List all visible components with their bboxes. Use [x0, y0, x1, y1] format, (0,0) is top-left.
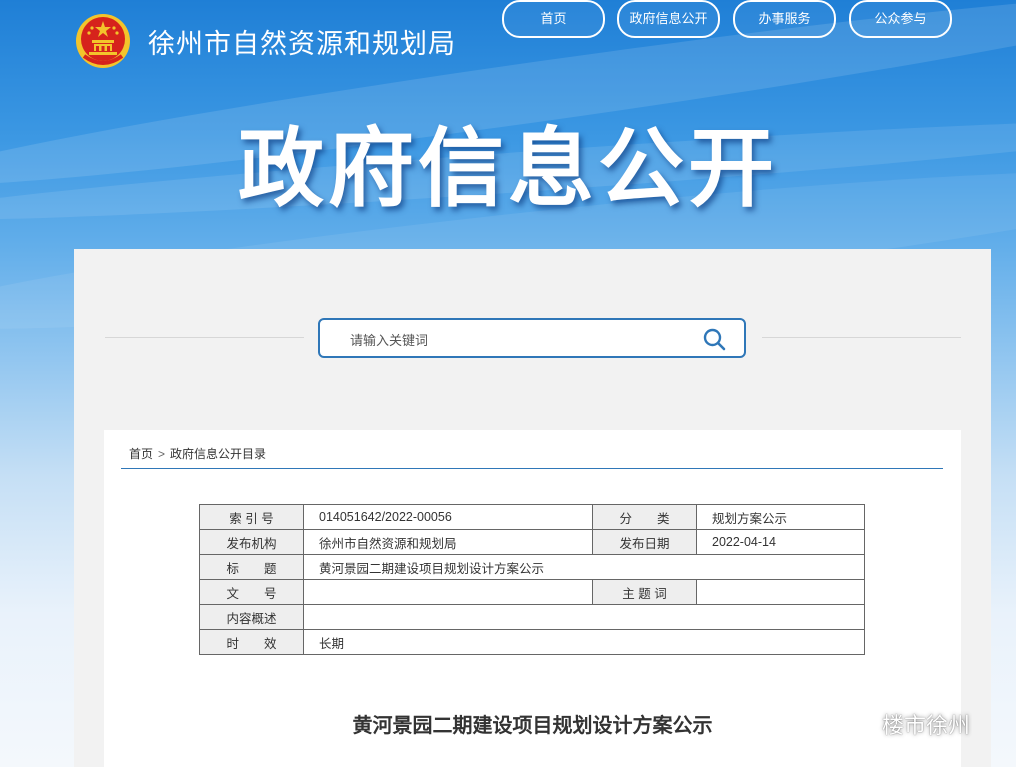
breadcrumb-separator: > — [158, 447, 166, 461]
validity-value: 长期 — [303, 629, 865, 655]
wechat-icon — [838, 710, 873, 735]
category-value: 规划方案公示 — [696, 504, 865, 530]
keyword-label: 主 题 词 — [592, 579, 697, 605]
document-title: 黄河景园二期建设项目规划设计方案公示 — [352, 715, 713, 737]
table-row: 内容概述 — [199, 604, 865, 630]
publisher-value: 徐州市自然资源和规划局 — [303, 529, 593, 555]
keyword-value — [696, 579, 865, 605]
date-value: 2022-04-14 — [696, 529, 865, 555]
table-row: 时 效 长期 — [199, 629, 865, 655]
title-value: 黄河景园二期建设项目规划设计方案公示 — [303, 554, 865, 580]
summary-label: 内容概述 — [199, 604, 304, 630]
date-label: 发布日期 — [592, 529, 697, 555]
docno-value — [303, 579, 593, 605]
breadcrumb-current[interactable]: 政府信息公开目录 — [170, 447, 266, 461]
breadcrumb-home[interactable]: 首页 — [129, 447, 153, 461]
nav-gov-info[interactable]: 政府信息公开 — [617, 0, 720, 38]
nav-services[interactable]: 办事服务 — [733, 0, 836, 38]
search-box — [318, 318, 746, 358]
validity-label: 时 效 — [199, 629, 304, 655]
hero-title: 政府信息公开 — [238, 121, 778, 217]
breadcrumb: 首页 > 政府信息公开目录 — [129, 445, 266, 462]
search-icon[interactable] — [702, 327, 726, 351]
site-header: 徐州市自然资源和规划局 首页 政府信息公开 办事服务 公众参与 — [0, 0, 1016, 80]
content-area: 首页 > 政府信息公开目录 索 引 号 014051642/2022-00056 分… — [104, 430, 961, 767]
divider — [105, 337, 304, 338]
docno-label: 文 号 — [199, 579, 304, 605]
table-row: 索 引 号 014051642/2022-00056 分 类 规划方案公示 — [199, 504, 865, 530]
nav-public[interactable]: 公众参与 — [849, 0, 952, 38]
nav-home[interactable]: 首页 — [502, 0, 605, 38]
site-name: 徐州市自然资源和规划局 — [148, 29, 456, 59]
table-row: 标 题 黄河景园二期建设项目规划设计方案公示 — [199, 554, 865, 580]
meta-table: 索 引 号 014051642/2022-00056 分 类 规划方案公示 发布… — [199, 504, 865, 655]
national-emblem-icon — [76, 14, 130, 68]
summary-value — [303, 604, 865, 630]
category-label: 分 类 — [592, 504, 697, 530]
publisher-label: 发布机构 — [199, 529, 304, 555]
breadcrumb-rule — [121, 468, 943, 469]
main-panel: 首页 > 政府信息公开目录 索 引 号 014051642/2022-00056 分… — [74, 249, 991, 767]
table-row: 文 号 主 题 词 — [199, 579, 865, 605]
table-row: 发布机构 徐州市自然资源和规划局 发布日期 2022-04-14 — [199, 529, 865, 555]
divider — [762, 337, 961, 338]
watermark-text: 楼市徐州 — [882, 713, 971, 738]
search-input[interactable] — [348, 329, 682, 351]
index-label: 索 引 号 — [199, 504, 304, 530]
title-label: 标 题 — [199, 554, 304, 580]
index-value: 014051642/2022-00056 — [303, 504, 593, 530]
